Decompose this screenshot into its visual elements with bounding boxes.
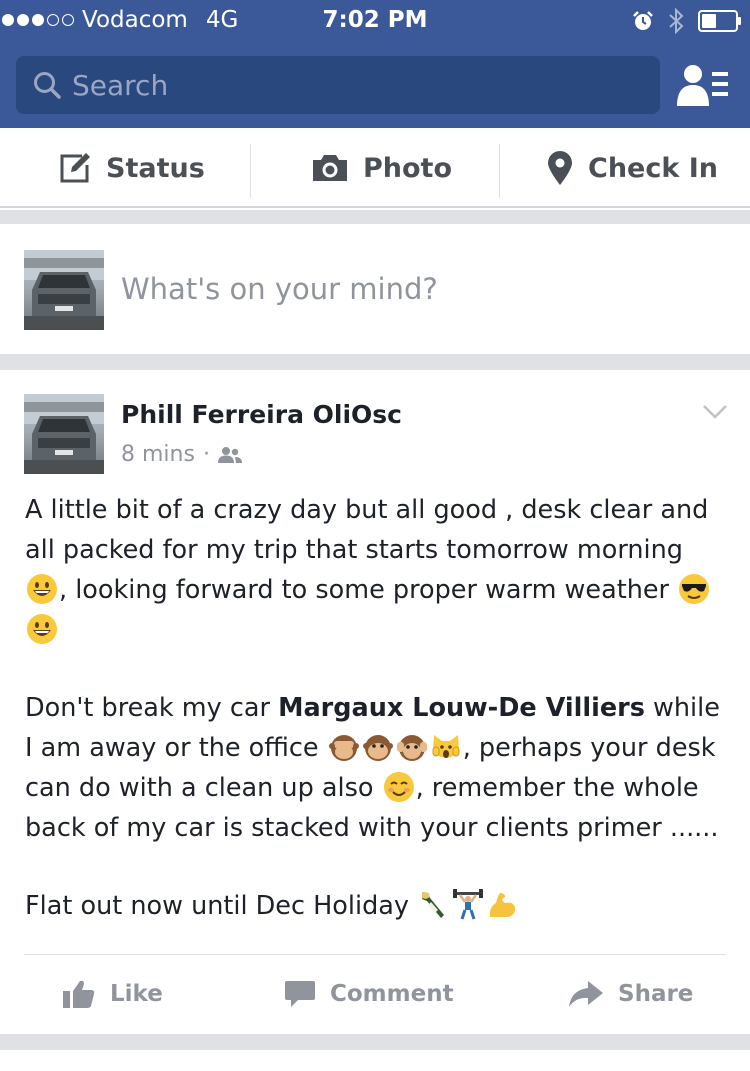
thumbs-up-icon <box>63 980 95 1008</box>
post-text: Flat out now until Dec Holiday <box>25 891 418 921</box>
location-pin-icon <box>548 151 572 185</box>
top-bar: Vodacom 4G 7:02 PM Search <box>0 0 750 128</box>
post-text: Don't break my car <box>25 693 279 723</box>
post-text: A little bit of a crazy day but all good… <box>25 495 709 565</box>
post-paragraph: Don't break my car Margaux Louw-De Villi… <box>25 688 725 848</box>
divider <box>499 144 500 198</box>
post-meta: 8 mins · <box>121 442 242 467</box>
chevron-down-icon[interactable] <box>702 404 728 420</box>
alarm-icon <box>633 11 653 30</box>
share-button[interactable]: Share <box>568 955 693 1033</box>
camera-icon <box>313 155 347 181</box>
grinning-emoji-icon <box>27 614 57 644</box>
avatar <box>24 250 104 330</box>
comment-bubble-icon <box>285 981 315 1007</box>
photo-label: Photo <box>363 152 453 184</box>
section-divider <box>0 354 750 370</box>
status-bar: Vodacom 4G 7:02 PM <box>0 0 750 40</box>
photo-button[interactable]: Photo <box>311 128 452 208</box>
section-divider <box>0 1034 750 1050</box>
champagne-emoji-icon <box>422 892 445 918</box>
post-body: A little bit of a crazy day but all good… <box>25 490 725 926</box>
like-button[interactable]: Like <box>62 955 163 1033</box>
edit-icon <box>60 153 90 183</box>
status-button[interactable]: Status <box>58 128 205 208</box>
checkin-button[interactable]: Check In <box>546 128 718 208</box>
comment-button[interactable]: Comment <box>284 955 454 1033</box>
bluetooth-icon <box>669 8 684 34</box>
status-prompt-text: What's on your mind? <box>121 272 438 306</box>
author-avatar[interactable] <box>24 394 104 474</box>
post-paragraph: A little bit of a crazy day but all good… <box>25 490 725 650</box>
search-placeholder: Search <box>72 68 169 102</box>
battery-icon <box>698 10 741 32</box>
hear-no-evil-monkey-emoji-icon <box>396 735 427 761</box>
post-text: , looking forward to some proper warm we… <box>59 575 678 605</box>
status-label: Status <box>106 152 205 184</box>
post-paragraph: Flat out now until Dec Holiday <box>25 886 725 926</box>
sunglasses-emoji-icon <box>679 574 710 604</box>
grinning-emoji-icon <box>27 574 57 604</box>
tagged-user-link[interactable]: Margaux Louw-De Villiers <box>278 693 645 723</box>
friends-icon <box>217 446 242 463</box>
feed-post: Phill Ferreira OliOsc 8 mins · A little … <box>0 370 750 1034</box>
friend-requests-icon[interactable] <box>676 62 730 108</box>
author-name[interactable]: Phill Ferreira OliOsc <box>121 400 402 429</box>
share-label: Share <box>618 981 694 1007</box>
weightlifter-emoji-icon <box>453 889 484 920</box>
monkey-face-emoji-icon <box>362 735 393 761</box>
status-prompt[interactable]: What's on your mind? <box>0 224 750 354</box>
divider <box>250 144 251 198</box>
section-divider <box>0 210 750 224</box>
smiling-blush-emoji-icon <box>383 772 414 802</box>
search-icon <box>34 72 61 99</box>
search-input[interactable]: Search <box>16 56 660 114</box>
post-actions: Like Comment Share <box>24 954 726 1032</box>
like-label: Like <box>110 981 163 1007</box>
see-no-evil-monkey-emoji-icon <box>328 735 359 761</box>
share-arrow-icon <box>569 981 603 1007</box>
comment-label: Comment <box>330 981 454 1007</box>
meta-separator: · <box>202 442 210 467</box>
composer-bar: Status Photo Check In <box>0 128 750 208</box>
checkin-label: Check In <box>588 152 718 184</box>
post-timestamp[interactable]: 8 mins <box>121 442 195 467</box>
flexed-biceps-emoji-icon <box>489 893 516 917</box>
screaming-cat-emoji-icon <box>432 735 460 758</box>
